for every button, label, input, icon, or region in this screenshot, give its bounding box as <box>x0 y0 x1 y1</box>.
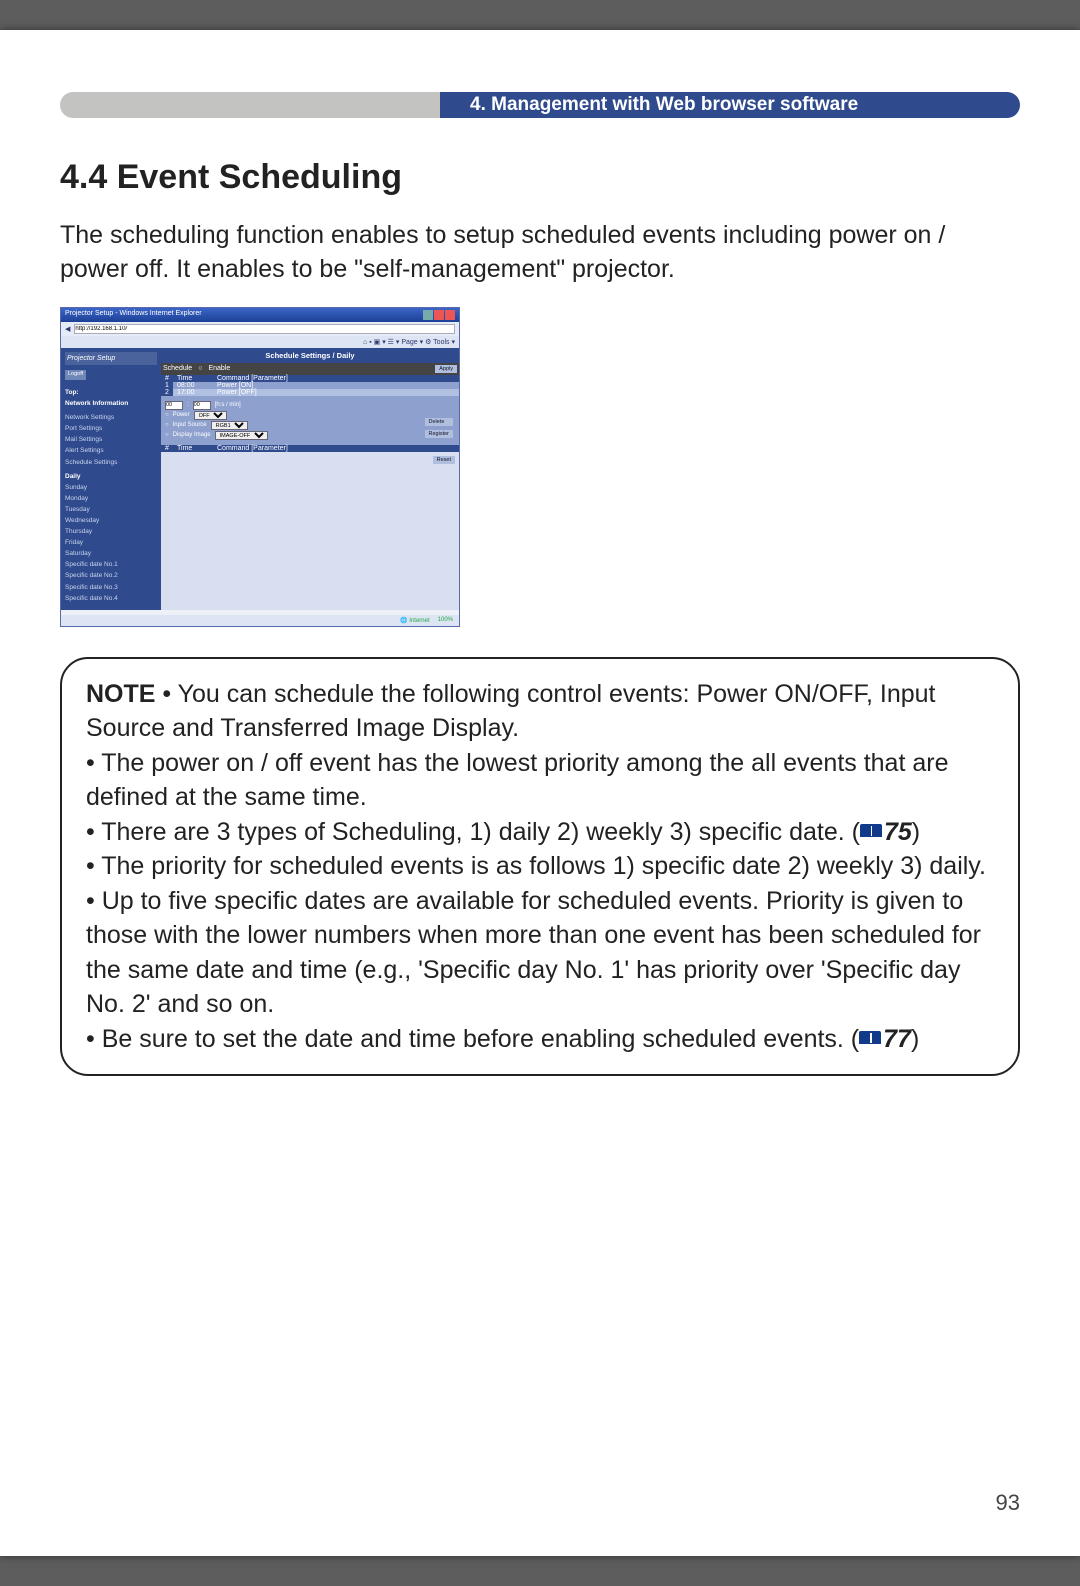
status-zoom: 100% <box>438 617 453 624</box>
browser-toolbar: ⌂ ▪ ▣ ▾ ☰ ▾ Page ▾ ⚙ Tools ▾ <box>61 336 459 348</box>
note-line-6a: • Be sure to set the date and time befor… <box>86 1025 859 1053</box>
enable-strip: Schedule ○ Enable Apply <box>161 363 459 375</box>
note-lead: NOTE <box>86 680 155 708</box>
sidebar-item[interactable]: Alert Settings <box>65 445 157 456</box>
time-format: [h:s / min] <box>215 402 241 408</box>
panel-title: Schedule Settings / Daily <box>161 348 459 363</box>
note-line-1: • You can schedule the following control… <box>86 680 935 743</box>
logoff-button[interactable]: Logoff <box>65 370 86 380</box>
time-min-input[interactable] <box>193 401 211 410</box>
power-select[interactable]: OFF <box>194 411 227 420</box>
col-time: Time <box>173 445 213 452</box>
sidebar-sched-daily[interactable]: Daily <box>65 471 157 482</box>
page-ref-75: 75 <box>884 818 912 846</box>
reset-button[interactable]: Reset <box>433 456 455 464</box>
back-icon[interactable]: ◀ <box>65 325 70 333</box>
cell: 1 <box>161 382 173 389</box>
table-header-2: # Time Command [Parameter] <box>161 445 459 452</box>
address-bar: ◀ <box>61 322 459 336</box>
note-line-4: • The priority for scheduled events is a… <box>86 852 986 880</box>
sidebar-sched[interactable]: Thursday <box>65 526 157 537</box>
strip-label: Schedule <box>163 365 192 372</box>
sidebar-network-info[interactable]: Network Information <box>65 398 157 409</box>
enable-label[interactable]: Enable <box>208 365 230 372</box>
sidebar-sched[interactable]: Specific date No.1 <box>65 559 157 570</box>
register-button[interactable]: Register <box>425 430 453 438</box>
sidebar: Projector Setup Logoff Top: Network Info… <box>61 348 161 610</box>
sidebar-sched[interactable]: Tuesday <box>65 504 157 515</box>
section-title: 4.4 Event Scheduling <box>60 158 1020 197</box>
col-cmd: Command [Parameter] <box>213 445 459 452</box>
cell: 17:00 <box>173 389 213 396</box>
label-power: Power <box>173 412 190 418</box>
note-line-3a: • There are 3 types of Scheduling, 1) da… <box>86 818 860 846</box>
sidebar-sched[interactable]: Sunday <box>65 482 157 493</box>
status-bar: 🌐 Internet 100% <box>61 615 459 626</box>
brand: Projector Setup <box>65 352 157 366</box>
table-header: # Time Command [Parameter] <box>161 375 459 382</box>
event-form: : [h:s / min] ○ Power OFF ○ Input Source… <box>161 396 459 445</box>
page-number: 93 <box>996 1490 1020 1516</box>
status-internet: 🌐 Internet <box>400 617 430 624</box>
sidebar-sched[interactable]: Wednesday <box>65 515 157 526</box>
chapter-title: 4. Management with Web browser software <box>440 92 1020 118</box>
sidebar-sched[interactable]: Saturday <box>65 548 157 559</box>
sidebar-top[interactable]: Top: <box>65 387 157 398</box>
page-ref-77: 77 <box>883 1025 911 1053</box>
sidebar-sched[interactable]: Specific date No.4 <box>65 593 157 604</box>
chapter-header: 4. Management with Web browser software <box>60 92 1020 118</box>
table-row[interactable]: 1 08:00 Power [ON] <box>161 382 459 389</box>
sidebar-sched[interactable]: Specific date No.2 <box>65 570 157 581</box>
page: 4. Management with Web browser software … <box>0 30 1080 1556</box>
section-intro: The scheduling function enables to setup… <box>60 219 1020 287</box>
main-panel: Schedule Settings / Daily Schedule ○ Ena… <box>161 348 459 610</box>
window-buttons[interactable] <box>423 310 455 320</box>
note-line-2: • The power on / off event has the lowes… <box>86 749 949 812</box>
sidebar-item[interactable]: Schedule Settings <box>65 457 157 468</box>
sidebar-item[interactable]: Port Settings <box>65 423 157 434</box>
cell: Power [OFF] <box>213 389 459 396</box>
cell: 2 <box>161 389 173 396</box>
cell: 08:00 <box>173 382 213 389</box>
home-icon[interactable]: ⌂ ▪ ▣ ▾ ☰ ▾ Page ▾ ⚙ Tools ▾ <box>363 338 455 346</box>
table-row[interactable]: 2 17:00 Power [OFF] <box>161 389 459 396</box>
note-line-5: • Up to five specific dates are availabl… <box>86 887 981 1019</box>
label-display: Display Image <box>173 432 211 438</box>
book-icon <box>859 1031 881 1049</box>
book-icon <box>860 824 882 842</box>
sidebar-sched[interactable]: Monday <box>65 493 157 504</box>
time-hour-input[interactable] <box>165 401 183 410</box>
note-line-6b: ) <box>911 1025 919 1053</box>
window-titlebar: Projector Setup - Windows Internet Explo… <box>61 308 459 322</box>
window-title: Projector Setup - Windows Internet Explo… <box>65 310 202 320</box>
screenshot: Projector Setup - Windows Internet Explo… <box>60 307 460 627</box>
sidebar-sched[interactable]: Specific date No.3 <box>65 582 157 593</box>
url-input[interactable] <box>74 324 455 334</box>
col-time: Time <box>173 375 213 382</box>
apply-button[interactable]: Apply <box>435 365 457 373</box>
header-accent-gray <box>60 92 440 118</box>
sidebar-item[interactable]: Network Settings <box>65 412 157 423</box>
schedule-table: # Time Command [Parameter] 1 08:00 Power… <box>161 375 459 396</box>
sidebar-sched[interactable]: Friday <box>65 537 157 548</box>
label-input: Input Source <box>173 422 207 428</box>
col-num: # <box>161 375 173 382</box>
input-select[interactable]: RGB1 <box>211 421 248 430</box>
sidebar-item[interactable]: Mail Settings <box>65 434 157 445</box>
cell: Power [ON] <box>213 382 459 389</box>
delete-button[interactable]: Delete <box>425 418 453 426</box>
display-select[interactable]: IMAGE-OFF <box>215 431 268 440</box>
note-box: NOTE • You can schedule the following co… <box>60 657 1020 1077</box>
note-line-3b: ) <box>912 818 920 846</box>
col-num: # <box>161 445 173 452</box>
col-cmd: Command [Parameter] <box>213 375 459 382</box>
